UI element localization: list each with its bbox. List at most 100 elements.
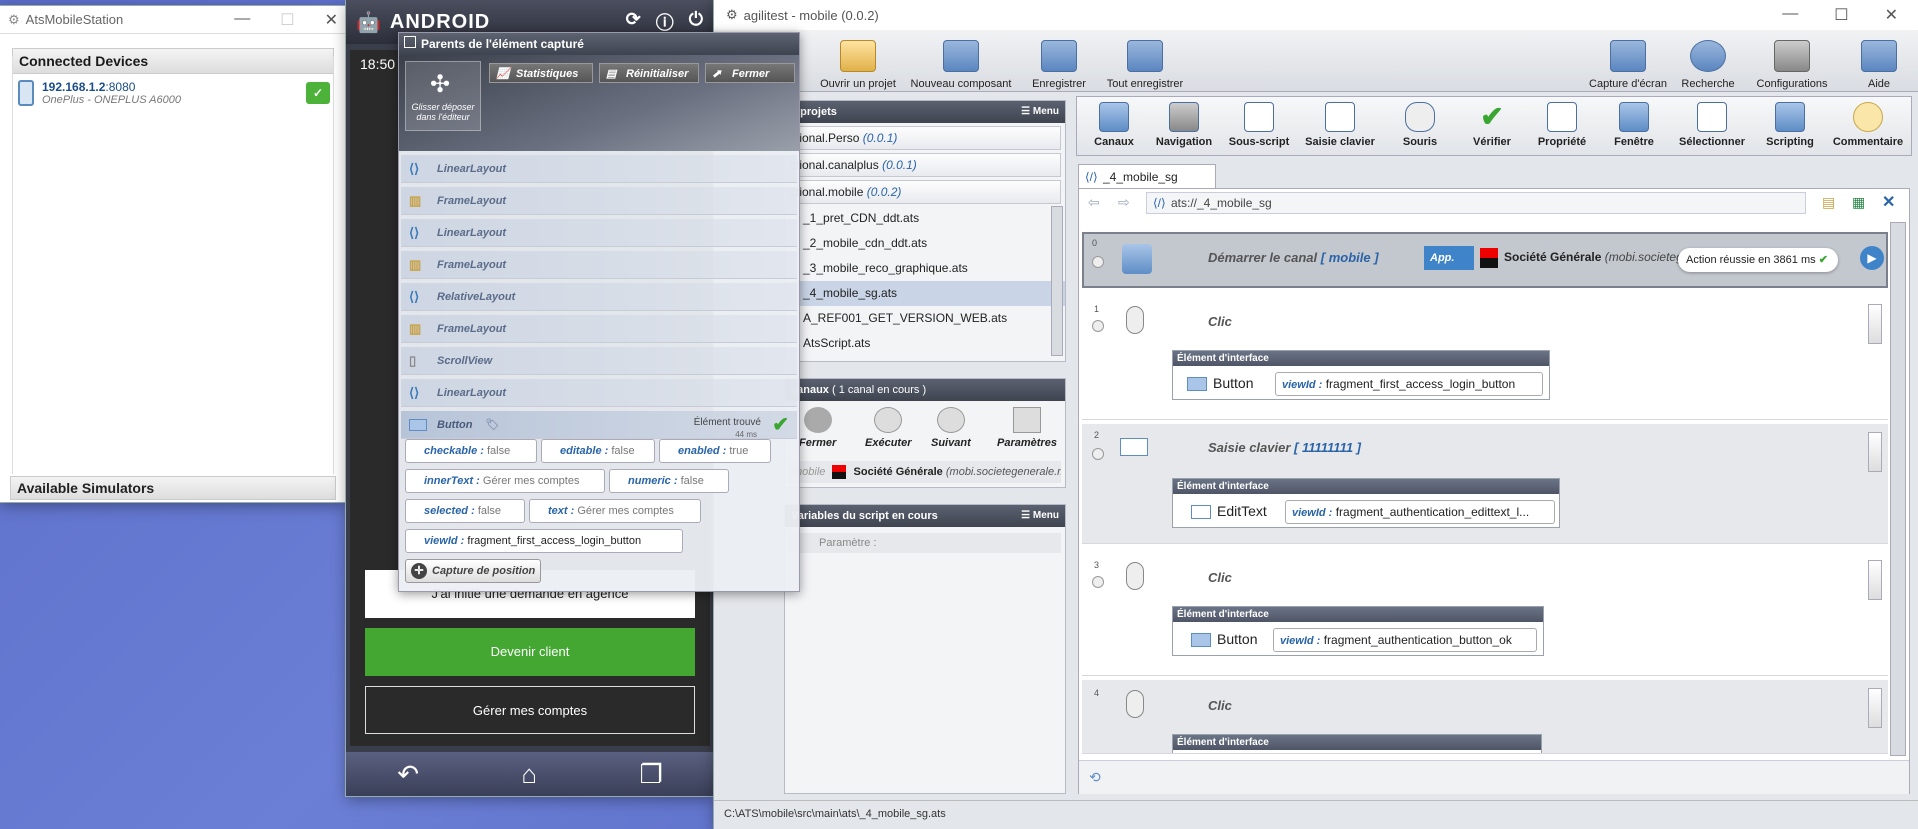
prop-numeric[interactable]: numeric : false [609,469,729,493]
step-4[interactable]: 4 Clic Élément d'interface [1082,680,1888,754]
file-item[interactable]: _2_mobile_cdn_ddt.ats [785,231,1065,256]
run-step-icon[interactable]: ▶ [1860,246,1884,270]
capture-position-button[interactable]: ✛ Capture de position [405,559,541,583]
step-0[interactable]: 0 Démarrer le canal [ mobile ] App. Soci… [1082,232,1888,288]
edittext-tag-icon [1191,505,1211,519]
nav-back-icon[interactable]: ⇦ [1088,194,1100,211]
undo-icon[interactable]: ⟲ [1089,769,1101,786]
selected-node[interactable]: Button 🏷 Élément trouvé 44 ms ✔ [401,411,797,439]
popup-close-button[interactable]: ⬈ Fermer [705,63,795,83]
open-project-button[interactable]: Ouvrir un projet [814,40,902,90]
action-canaux[interactable]: Canaux [1094,102,1134,148]
action-selectionner[interactable]: Sélectionner [1674,102,1750,148]
new-component-button[interactable]: Nouveau composant [906,40,1016,90]
btn-devenir-client[interactable]: Devenir client [365,628,695,676]
ag-maximize-button[interactable]: ☐ [1834,5,1848,25]
home-icon[interactable]: ⌂ [521,759,537,790]
note-icon[interactable]: ▤ [1822,194,1835,211]
action-scripting[interactable]: Scripting [1760,102,1820,148]
action-souris[interactable]: Souris [1398,102,1442,148]
step-side-icons[interactable] [1868,560,1882,600]
file-item-selected[interactable]: _4_mobile_sg.ats [785,281,1065,306]
variables-menu-button[interactable]: ☰ Menu [1021,505,1059,527]
action-commentaire[interactable]: Commentaire [1832,102,1904,148]
element-box[interactable]: Élément d'interface [1172,734,1542,753]
step-side-icons[interactable] [1868,304,1882,344]
parent-node[interactable]: ⟨⟩ LinearLayout [401,155,797,183]
save-button[interactable]: Enregistrer [1024,40,1094,90]
reset-button[interactable]: ▤ Réinitialiser [599,63,699,83]
projects-menu-button[interactable]: ☰ Menu [1021,101,1059,123]
project-item[interactable]: ctional.Perso (0.0.1) [783,126,1061,150]
action-verifier[interactable]: ✔ Vérifier [1464,102,1520,149]
prop-text[interactable]: text : Gérer mes comptes [529,499,701,523]
step-action: Clic [1208,698,1232,713]
element-box[interactable]: Élément d'interface Button viewId : frag… [1172,350,1550,400]
save-all-button[interactable]: Tout enregistrer [1100,40,1190,90]
channel-item[interactable]: mobile Société Générale (mobi.societegen… [789,461,1061,483]
script-path-field[interactable]: ⟨/⟩ ats://_4_mobile_sg [1146,192,1806,214]
configurations-button[interactable]: Configurations [1750,40,1834,90]
parent-node[interactable]: ⟨⟩ LinearLayout [401,379,797,407]
close-script-icon[interactable]: ✕ [1882,192,1895,212]
files-scrollbar[interactable] [1051,206,1063,356]
step-2[interactable]: 2 Saisie clavier [ 11111111 ] Élément d'… [1082,424,1888,544]
file-item[interactable]: AtsScript.ats [785,331,1065,356]
close-button[interactable]: ✕ [325,10,338,30]
maximize-button[interactable]: ☐ [280,10,294,30]
parent-node[interactable]: ⟨⟩ LinearLayout [401,219,797,247]
project-item[interactable]: ctional.canalplus (0.0.1) [783,153,1061,177]
prop-editable[interactable]: editable : false [541,439,655,463]
drag-drop-handle[interactable]: ✣ Glisser déposer dans l'éditeur [405,61,481,131]
prop-innertext[interactable]: innerText : Gérer mes comptes [405,469,605,493]
action-sous-script[interactable]: Sous-script [1228,102,1290,148]
back-icon[interactable]: ↶ [397,759,419,790]
stats-button[interactable]: 📈 Statistiques [489,63,593,83]
channel-params-button[interactable]: Paramètres [997,407,1057,449]
parent-node[interactable]: ⟨⟩ RelativeLayout [401,283,797,311]
prop-viewid[interactable]: viewId : fragment_first_access_login_but… [405,529,683,553]
ag-minimize-button[interactable]: — [1782,5,1798,25]
project-item[interactable]: ctional.mobile (0.0.2) [783,180,1061,204]
channel-next-button[interactable]: Suivant [931,407,971,449]
parent-node[interactable]: ▥ FrameLayout [401,315,797,343]
help-button[interactable]: Aide [1854,40,1904,90]
layout-icon: ⟨⟩ [409,385,420,400]
step-side-icons[interactable] [1868,432,1882,472]
step-3[interactable]: 3 Clic Élément d'interface Button viewId… [1082,552,1888,676]
prop-checkable[interactable]: checkable : false [405,439,537,463]
step-dot [1092,448,1104,460]
search-button[interactable]: Recherche [1674,40,1742,90]
file-item[interactable]: A_REF001_GET_VERSION_WEB.ats [785,306,1065,331]
file-item[interactable]: _1_pret_CDN_ddt.ats [785,206,1065,231]
btn-gerer-comptes[interactable]: Gérer mes comptes [365,686,695,734]
step-1[interactable]: 1 Clic Élément d'interface Button viewId… [1082,296,1888,420]
parent-node[interactable]: ▥ FrameLayout [401,187,797,215]
minimize-button[interactable]: — [234,10,250,30]
file-item[interactable]: _3_mobile_reco_graphique.ats [785,256,1065,281]
editor-tab[interactable]: ⟨/⟩ _4_mobile_sg [1078,164,1216,188]
action-navigation[interactable]: Navigation [1152,102,1216,148]
ag-close-button[interactable]: ✕ [1885,5,1898,25]
editor-scrollbar[interactable] [1890,222,1906,756]
device-item[interactable]: 192.168.1.2:8080 OnePlus - ONEPLUS A6000… [12,80,334,106]
channel-close-button[interactable]: Fermer [799,407,836,449]
excel-icon[interactable]: ▦ [1852,194,1865,211]
parent-node[interactable]: ▥ FrameLayout [401,251,797,279]
element-box[interactable]: Élément d'interface EditText viewId : fr… [1172,478,1560,528]
action-saisie-clavier[interactable]: Saisie clavier [1302,102,1378,148]
keyboard-icon [1325,102,1355,132]
prop-selected[interactable]: selected : false [405,499,525,523]
nav-forward-icon[interactable]: ⇨ [1118,194,1130,211]
step-side-icons[interactable] [1868,688,1882,728]
screenshot-button[interactable]: Capture d'écran [1586,40,1670,90]
success-check-icon: ✔ [1818,254,1828,266]
channel-run-button[interactable]: Exécuter [865,407,911,449]
element-box[interactable]: Élément d'interface Button viewId : frag… [1172,606,1544,656]
doc-icon: ▤ [606,68,617,80]
parent-node[interactable]: ▯ ScrollView [401,347,797,375]
recents-icon[interactable]: ❐ [639,759,662,790]
action-propriete[interactable]: Propriété [1532,102,1592,148]
prop-enabled[interactable]: enabled : true [659,439,771,463]
action-fenetre[interactable]: Fenêtre [1608,102,1660,148]
